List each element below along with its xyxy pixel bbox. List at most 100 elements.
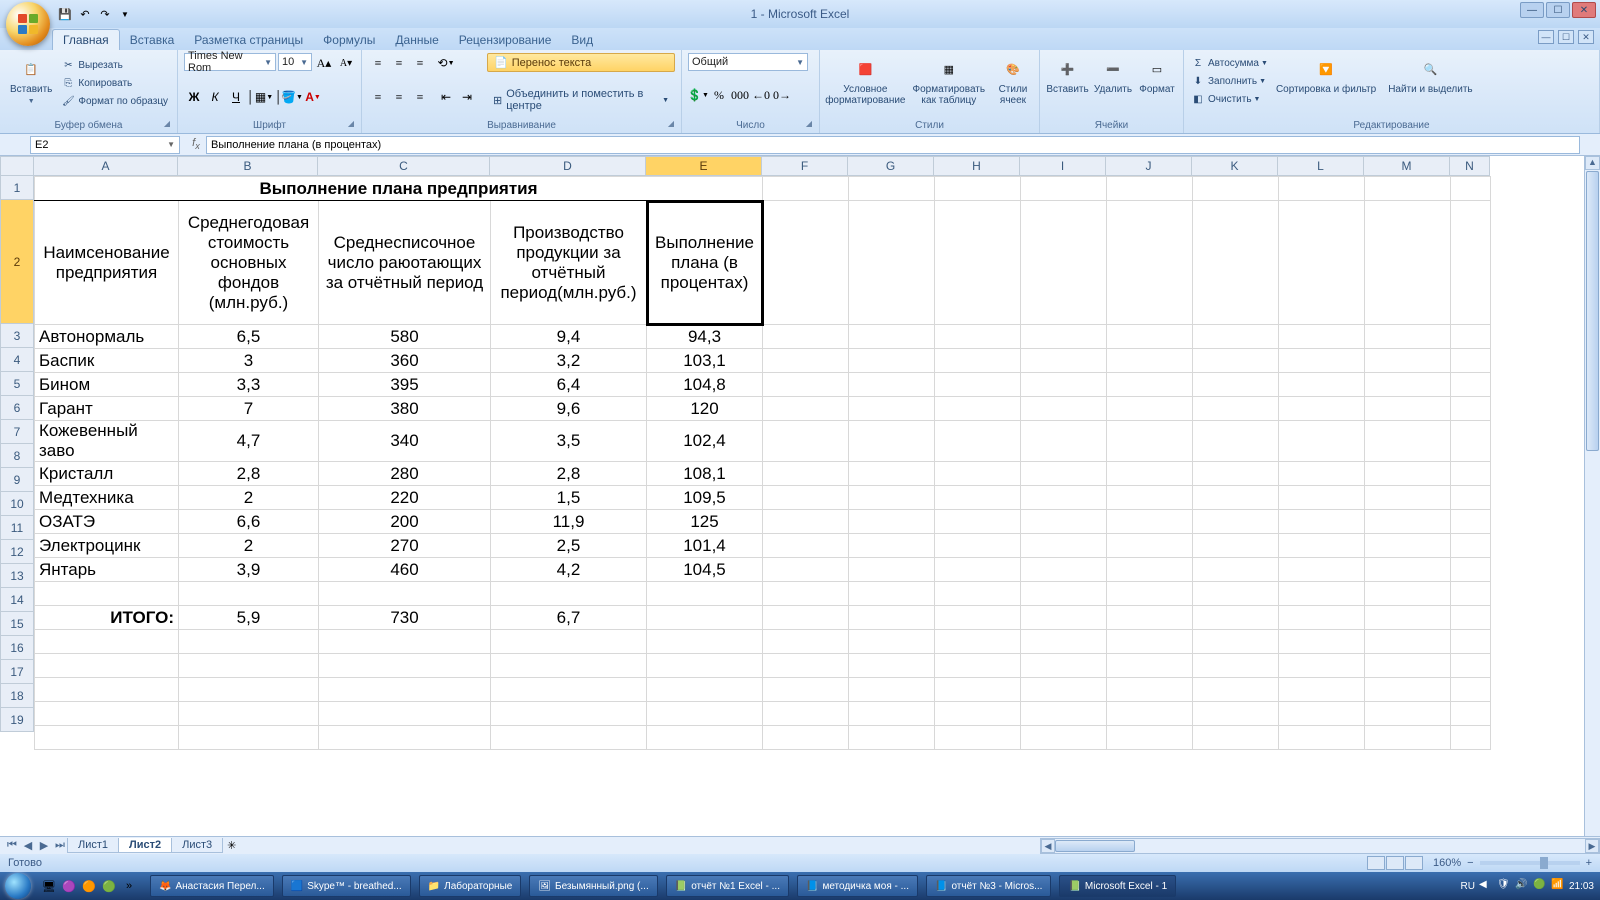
row-header[interactable]: 13 bbox=[0, 564, 34, 588]
formula-input[interactable]: Выполнение плана (в процентах) bbox=[206, 136, 1580, 154]
undo-icon[interactable]: ↶ bbox=[76, 5, 94, 23]
row-header[interactable]: 12 bbox=[0, 540, 34, 564]
column-headers[interactable]: ABCDEFGHIJKLMN bbox=[34, 156, 1490, 176]
zoom-level[interactable]: 160% bbox=[1433, 857, 1461, 869]
wrap-text-button[interactable]: 📄Перенос текста bbox=[487, 53, 675, 72]
insert-cells-button[interactable]: ➕Вставить bbox=[1046, 53, 1089, 98]
column-header[interactable]: N bbox=[1450, 156, 1490, 176]
column-header[interactable]: E bbox=[646, 156, 762, 176]
delete-cells-button[interactable]: ➖Удалить bbox=[1093, 53, 1133, 98]
row-header[interactable]: 17 bbox=[0, 660, 34, 684]
clear-button[interactable]: ◧Очистить▼ bbox=[1190, 91, 1268, 107]
align-center-icon[interactable]: ≡ bbox=[389, 87, 409, 107]
copy-button[interactable]: ⎘Копировать bbox=[60, 75, 168, 91]
indent-decrease-icon[interactable]: ⇤ bbox=[436, 87, 456, 107]
align-middle-icon[interactable]: ≡ bbox=[389, 53, 409, 73]
ql-icon[interactable]: 🟢 bbox=[100, 877, 118, 895]
sheet-first-icon[interactable]: ⏮ bbox=[4, 839, 20, 852]
column-header[interactable]: B bbox=[178, 156, 318, 176]
taskbar-item[interactable]: 📗отчёт №1 Excel - ... bbox=[666, 875, 789, 897]
taskbar-item[interactable]: 📘методичка моя - ... bbox=[797, 875, 918, 897]
sheet-tab[interactable]: Лист2 bbox=[118, 838, 172, 853]
office-button[interactable] bbox=[6, 2, 50, 46]
paste-button[interactable]: 📋 Вставить ▼ bbox=[6, 53, 56, 107]
shrink-font-icon[interactable]: A▾ bbox=[336, 53, 356, 73]
sheet-prev-icon[interactable]: ◀ bbox=[20, 839, 36, 852]
taskbar-item[interactable]: 📁Лабораторные bbox=[419, 875, 522, 897]
underline-button[interactable]: Ч bbox=[226, 87, 246, 107]
page-layout-view-icon[interactable] bbox=[1386, 856, 1404, 870]
sheet-next-icon[interactable]: ▶ bbox=[36, 839, 52, 852]
row-header[interactable]: 3 bbox=[0, 324, 34, 348]
minimize-button[interactable]: ― bbox=[1520, 2, 1544, 18]
clipboard-launcher-icon[interactable]: ◢ bbox=[161, 119, 173, 131]
vertical-scrollbar[interactable]: ▲ bbox=[1584, 156, 1600, 836]
tray-icon[interactable]: 📶 bbox=[1551, 879, 1565, 893]
row-header[interactable]: 16 bbox=[0, 636, 34, 660]
wb-minimize-button[interactable]: ― bbox=[1538, 30, 1554, 44]
row-header[interactable]: 2 bbox=[0, 200, 34, 324]
page-break-view-icon[interactable] bbox=[1405, 856, 1423, 870]
start-button[interactable] bbox=[0, 872, 36, 900]
redo-icon[interactable]: ↷ bbox=[96, 5, 114, 23]
horizontal-scrollbar[interactable]: ◀▶ bbox=[1040, 838, 1600, 854]
column-header[interactable]: H bbox=[934, 156, 1020, 176]
grow-font-icon[interactable]: A▴ bbox=[314, 53, 334, 73]
alignment-launcher-icon[interactable]: ◢ bbox=[665, 119, 677, 131]
row-header[interactable]: 7 bbox=[0, 420, 34, 444]
taskbar-item[interactable]: 📗Microsoft Excel - 1 bbox=[1059, 875, 1176, 897]
fill-color-button[interactable]: 🪣▼ bbox=[282, 87, 302, 107]
font-color-button[interactable]: A▼ bbox=[303, 87, 323, 107]
align-left-icon[interactable]: ≡ bbox=[368, 87, 388, 107]
tab-view[interactable]: Вид bbox=[561, 30, 603, 50]
autosum-button[interactable]: ΣАвтосумма▼ bbox=[1190, 55, 1268, 71]
name-box[interactable]: E2▼ bbox=[30, 136, 180, 154]
spreadsheet-grid[interactable]: ABCDEFGHIJKLMN 1234567891011121314151617… bbox=[0, 156, 1600, 836]
column-header[interactable]: D bbox=[490, 156, 646, 176]
ql-icon[interactable]: » bbox=[120, 877, 138, 895]
sheet-last-icon[interactable]: ⏭ bbox=[52, 839, 68, 852]
decrease-decimal-icon[interactable]: 0→ bbox=[772, 85, 792, 105]
row-header[interactable]: 6 bbox=[0, 396, 34, 420]
sheet-tab[interactable]: Лист3 bbox=[171, 838, 223, 853]
merge-center-button[interactable]: ⊞Объединить и поместить в центре▼ bbox=[487, 86, 675, 114]
row-header[interactable]: 1 bbox=[0, 176, 34, 200]
column-header[interactable]: I bbox=[1020, 156, 1106, 176]
cut-button[interactable]: ✂Вырезать bbox=[60, 57, 168, 73]
format-painter-button[interactable]: 🖌Формат по образцу bbox=[60, 93, 168, 109]
tab-layout[interactable]: Разметка страницы bbox=[184, 30, 313, 50]
ql-icon[interactable]: 🖥 bbox=[40, 877, 58, 895]
ql-icon[interactable]: 🟠 bbox=[80, 877, 98, 895]
column-header[interactable]: G bbox=[848, 156, 934, 176]
normal-view-icon[interactable] bbox=[1367, 856, 1385, 870]
column-header[interactable]: A bbox=[34, 156, 178, 176]
taskbar-item[interactable]: 🖼Безымянный.png (... bbox=[529, 875, 657, 897]
maximize-button[interactable]: ☐ bbox=[1546, 2, 1570, 18]
tray-icon[interactable]: ◀ bbox=[1479, 879, 1493, 893]
column-header[interactable]: K bbox=[1192, 156, 1278, 176]
tab-home[interactable]: Главная bbox=[52, 29, 120, 50]
align-bottom-icon[interactable]: ≡ bbox=[410, 53, 430, 73]
sheet-tab[interactable]: Лист1 bbox=[67, 838, 119, 853]
cell-styles-button[interactable]: 🎨Стили ячеек bbox=[993, 53, 1033, 108]
number-launcher-icon[interactable]: ◢ bbox=[803, 119, 815, 131]
font-launcher-icon[interactable]: ◢ bbox=[345, 119, 357, 131]
tray-icon[interactable]: 🔊 bbox=[1515, 879, 1529, 893]
tray-icon[interactable]: 🛡 bbox=[1497, 879, 1511, 893]
orientation-icon[interactable]: ⟲▼ bbox=[436, 53, 456, 73]
row-header[interactable]: 15 bbox=[0, 612, 34, 636]
align-top-icon[interactable]: ≡ bbox=[368, 53, 388, 73]
row-header[interactable]: 14 bbox=[0, 588, 34, 612]
row-header[interactable]: 9 bbox=[0, 468, 34, 492]
find-select-button[interactable]: 🔍Найти и выделить bbox=[1384, 53, 1476, 98]
row-header[interactable]: 8 bbox=[0, 444, 34, 468]
increase-decimal-icon[interactable]: ←0 bbox=[751, 85, 771, 105]
italic-button[interactable]: К bbox=[205, 87, 225, 107]
font-size-combo[interactable]: 10▼ bbox=[278, 53, 312, 71]
row-header[interactable]: 5 bbox=[0, 372, 34, 396]
wb-restore-button[interactable]: ☐ bbox=[1558, 30, 1574, 44]
zoom-in-icon[interactable]: + bbox=[1586, 857, 1592, 869]
column-header[interactable]: C bbox=[318, 156, 490, 176]
taskbar-item[interactable]: 📘отчёт №3 - Micros... bbox=[926, 875, 1051, 897]
percent-icon[interactable]: % bbox=[709, 85, 729, 105]
